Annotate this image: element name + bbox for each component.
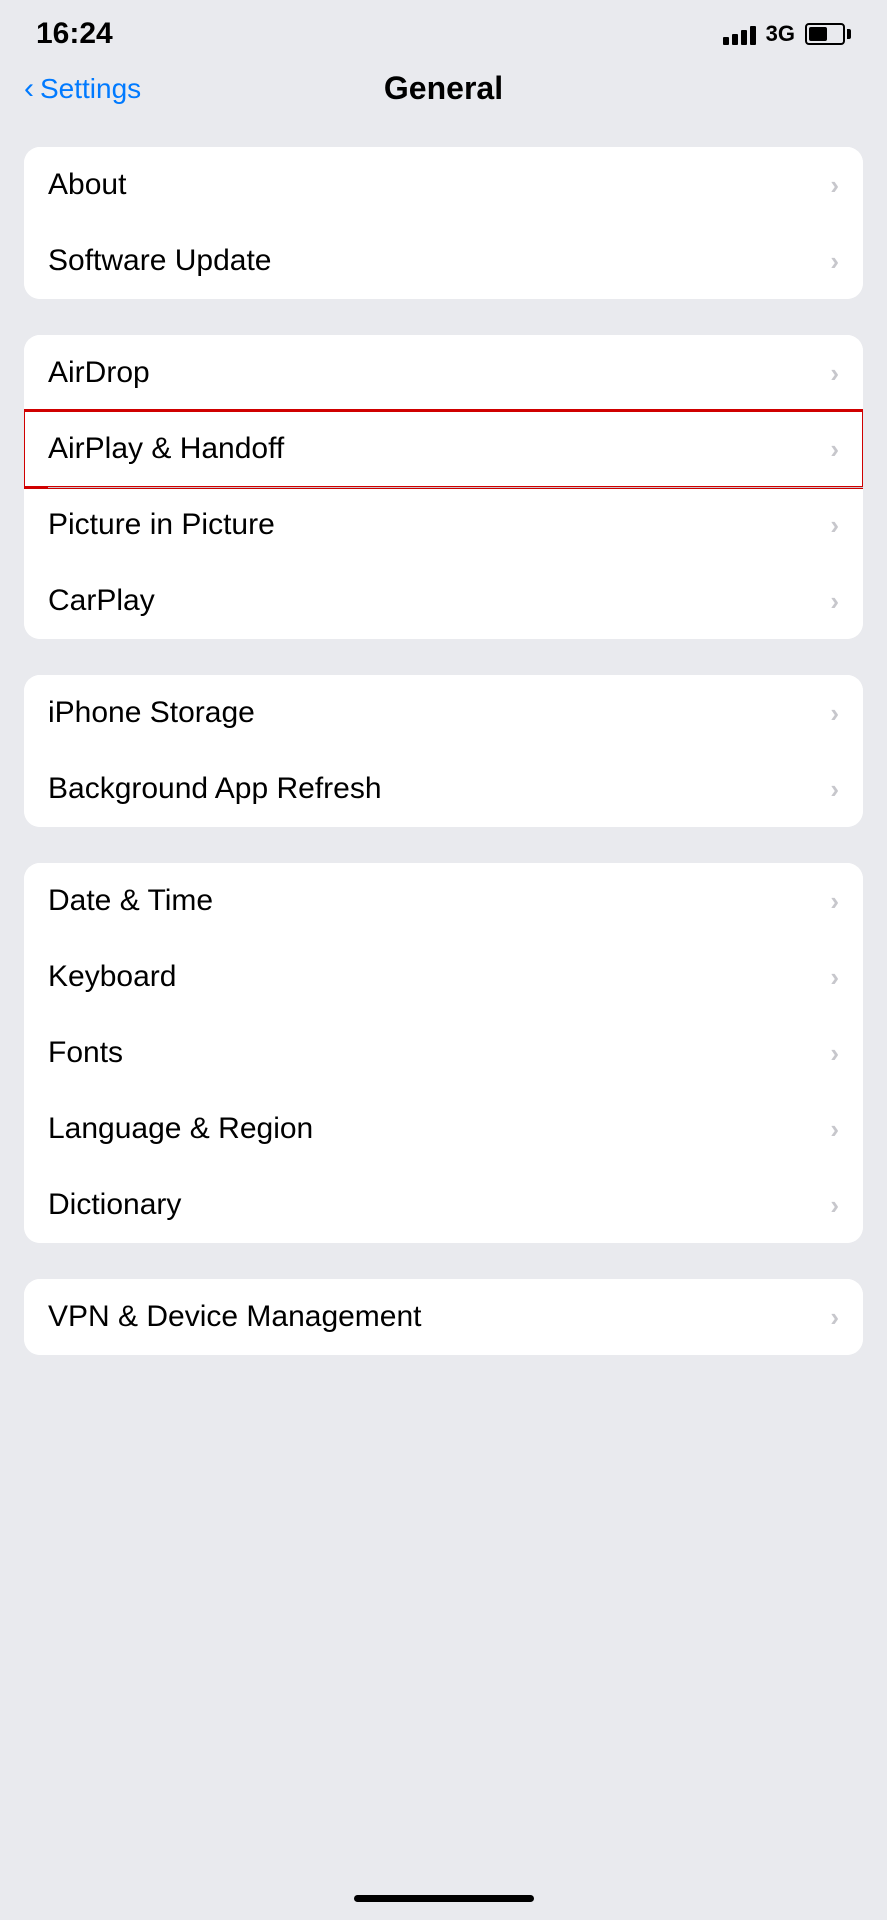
about-chevron-icon: › [830,170,839,201]
airplay-handoff-chevron-icon: › [830,434,839,465]
picture-in-picture-label: Picture in Picture [48,508,275,542]
back-button[interactable]: ‹ Settings [24,72,141,106]
battery-tip [847,29,851,39]
settings-item-picture-in-picture[interactable]: Picture in Picture › [24,487,863,563]
dictionary-chevron-icon: › [830,1190,839,1221]
fonts-label: Fonts [48,1036,123,1070]
iphone-storage-chevron-icon: › [830,698,839,729]
settings-group-1: About › Software Update › [24,147,863,299]
keyboard-label: Keyboard [48,960,176,994]
status-right: 3G [723,21,851,47]
software-update-label: Software Update [48,244,271,278]
airdrop-chevron-icon: › [830,358,839,389]
settings-item-dictionary[interactable]: Dictionary › [24,1167,863,1243]
settings-item-keyboard[interactable]: Keyboard › [24,939,863,1015]
back-chevron-icon: ‹ [24,72,34,106]
fonts-chevron-icon: › [830,1038,839,1069]
signal-type: 3G [766,21,795,47]
nav-header: ‹ Settings General [0,60,887,127]
signal-bar-2 [732,34,738,45]
background-app-refresh-label: Background App Refresh [48,772,382,806]
iphone-storage-label: iPhone Storage [48,696,255,730]
settings-group-3: iPhone Storage › Background App Refresh … [24,675,863,827]
keyboard-chevron-icon: › [830,962,839,993]
status-bar: 16:24 3G [0,0,887,60]
vpn-device-management-chevron-icon: › [830,1302,839,1333]
settings-item-software-update[interactable]: Software Update › [24,223,863,299]
settings-item-date-time[interactable]: Date & Time › [24,863,863,939]
settings-item-background-app-refresh[interactable]: Background App Refresh › [24,751,863,827]
signal-bar-4 [750,26,756,45]
settings-group-2: AirDrop › AirPlay & Handoff › Picture in… [24,335,863,639]
settings-group-5: VPN & Device Management › [24,1279,863,1355]
battery-body [805,23,845,45]
airdrop-label: AirDrop [48,356,150,390]
date-time-label: Date & Time [48,884,213,918]
airplay-handoff-label: AirPlay & Handoff [48,432,284,466]
settings-item-fonts[interactable]: Fonts › [24,1015,863,1091]
dictionary-label: Dictionary [48,1188,181,1222]
carplay-chevron-icon: › [830,586,839,617]
status-time: 16:24 [36,17,113,51]
settings-content: About › Software Update › AirDrop › AirP… [0,127,887,1375]
picture-in-picture-chevron-icon: › [830,510,839,541]
page-title: General [384,70,503,107]
background-app-refresh-chevron-icon: › [830,774,839,805]
about-label: About [48,168,126,202]
settings-group-4: Date & Time › Keyboard › Fonts › Languag… [24,863,863,1243]
language-region-chevron-icon: › [830,1114,839,1145]
settings-item-airdrop[interactable]: AirDrop › [24,335,863,411]
settings-item-carplay[interactable]: CarPlay › [24,563,863,639]
settings-item-language-region[interactable]: Language & Region › [24,1091,863,1167]
settings-item-airplay-handoff[interactable]: AirPlay & Handoff › [24,411,863,487]
signal-bar-1 [723,37,729,45]
software-update-chevron-icon: › [830,246,839,277]
date-time-chevron-icon: › [830,886,839,917]
settings-item-vpn-device-management[interactable]: VPN & Device Management › [24,1279,863,1355]
battery-fill [809,27,827,41]
home-indicator [354,1895,534,1902]
back-label: Settings [40,73,141,105]
signal-bar-3 [741,30,747,45]
battery-icon [805,23,851,45]
language-region-label: Language & Region [48,1112,313,1146]
signal-bars-icon [723,23,756,45]
vpn-device-management-label: VPN & Device Management [48,1300,422,1334]
carplay-label: CarPlay [48,584,155,618]
settings-item-iphone-storage[interactable]: iPhone Storage › [24,675,863,751]
settings-item-about[interactable]: About › [24,147,863,223]
